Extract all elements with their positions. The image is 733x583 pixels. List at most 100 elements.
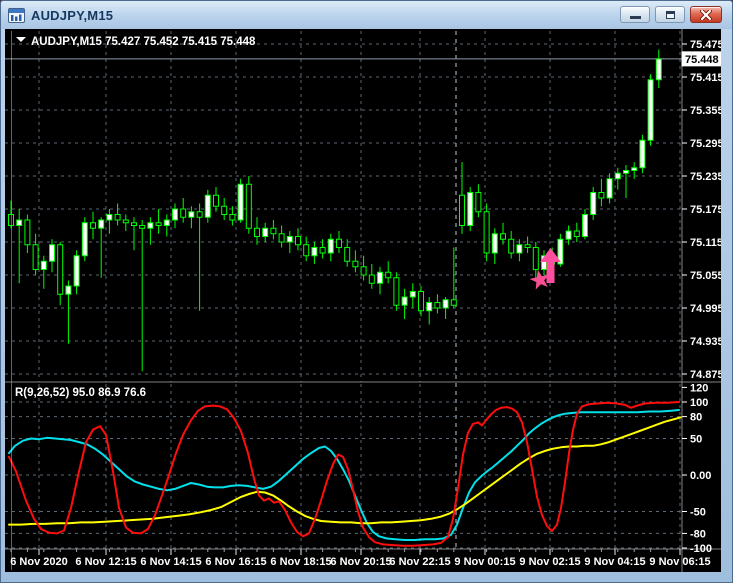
candle-body[interactable] (270, 227, 277, 235)
osc-tick-label: 100 (690, 397, 708, 409)
candle-body[interactable] (196, 211, 203, 218)
candle-body[interactable] (360, 266, 367, 276)
candle-body[interactable] (131, 222, 137, 226)
candle-body[interactable] (204, 194, 211, 218)
candle-body[interactable] (73, 255, 80, 287)
candle-body[interactable] (65, 285, 72, 295)
candle-body[interactable] (631, 167, 638, 171)
osc-tick-label: -80 (690, 528, 706, 540)
candle-body[interactable] (434, 302, 441, 309)
candle-body[interactable] (450, 299, 457, 306)
indicator-red-line[interactable] (8, 401, 680, 547)
candle-body[interactable] (245, 183, 252, 229)
candle-body[interactable] (614, 172, 621, 180)
candle-body[interactable] (311, 247, 318, 257)
candle-body[interactable] (32, 244, 39, 270)
candle-body[interactable] (155, 222, 162, 226)
candle-body[interactable] (377, 271, 383, 284)
candle-body[interactable] (532, 247, 539, 270)
candle-body[interactable] (582, 214, 588, 237)
candle-body[interactable] (573, 230, 580, 237)
candle-body[interactable] (336, 238, 342, 248)
candle-body[interactable] (286, 236, 293, 243)
candle-body[interactable] (81, 222, 88, 257)
restore-button[interactable] (655, 6, 685, 23)
candle-body[interactable] (418, 291, 424, 312)
time-axis[interactable]: 6 Nov 2020 6 Nov 12:15 6 Nov 14:15 6 Nov 16… (10, 549, 711, 568)
candlesticks[interactable] (8, 49, 662, 372)
candle-body[interactable] (188, 211, 195, 218)
candle-body[interactable] (237, 183, 244, 221)
candle-body[interactable] (327, 238, 334, 254)
candle-body[interactable] (606, 178, 613, 199)
osc-tick-label: 0.00 (690, 470, 711, 482)
osc-tick-label: 80 (690, 412, 702, 424)
candle-body[interactable] (409, 291, 416, 298)
time-label: 9 Nov 02:15 (519, 556, 580, 568)
candle-body[interactable] (500, 233, 506, 240)
candle-body[interactable] (180, 208, 187, 218)
candle-body[interactable] (295, 236, 301, 246)
time-label: 6 Nov 12:15 (75, 556, 136, 568)
candle-body[interactable] (590, 192, 597, 215)
price-tick-label: 75.235 (690, 171, 721, 183)
candle-body[interactable] (483, 211, 490, 254)
price-tick-label: 75.055 (690, 270, 721, 282)
candle-body[interactable] (172, 208, 178, 221)
price-tick-label: 74.995 (690, 303, 721, 315)
candle-body[interactable] (40, 260, 47, 270)
candle-body[interactable] (598, 192, 605, 199)
candle-body[interactable] (516, 244, 523, 254)
candle-body[interactable] (401, 296, 408, 306)
candle-body[interactable] (24, 219, 31, 246)
osc-tick-label: 120 (690, 382, 708, 394)
candle-body[interactable] (122, 219, 129, 224)
time-label: 9 Nov 00:15 (454, 556, 515, 568)
time-label: 6 Nov 2020 (10, 556, 67, 568)
minimize-button[interactable] (620, 6, 650, 23)
chart-content-area[interactable]: 75.475 75.415 75.355 75.295 75.235 75.175 75.1… (5, 29, 724, 572)
candle-body[interactable] (647, 79, 654, 141)
candle-body[interactable] (254, 227, 260, 237)
candle-body[interactable] (98, 219, 105, 229)
candle-body[interactable] (319, 247, 326, 254)
candle-body[interactable] (639, 139, 646, 169)
candle-body[interactable] (90, 222, 96, 229)
collapse-triangle-icon[interactable] (16, 37, 26, 42)
candle-body[interactable] (623, 170, 629, 174)
candle-body[interactable] (344, 247, 351, 262)
osc-tick-label: -50 (690, 507, 706, 519)
candle-body[interactable] (475, 192, 482, 213)
title-bar[interactable]: AUDJPY,M15 (1, 1, 732, 29)
candle-body[interactable] (147, 222, 154, 229)
candle-body[interactable] (49, 244, 55, 262)
candle-body[interactable] (565, 230, 572, 240)
candle-body[interactable] (163, 219, 170, 226)
candle-body[interactable] (229, 214, 236, 221)
oscillator-panel[interactable] (5, 384, 682, 549)
candle-body[interactable] (426, 302, 433, 312)
candle-body[interactable] (385, 271, 392, 279)
candle-body[interactable] (491, 233, 498, 254)
price-tick-label: 74.935 (690, 336, 721, 348)
candle-body[interactable] (57, 244, 64, 295)
candle-body[interactable] (278, 233, 285, 243)
candle-body[interactable] (655, 58, 662, 81)
candle-body[interactable] (303, 244, 310, 257)
candle-body[interactable] (352, 260, 359, 268)
candle-body[interactable] (442, 299, 449, 309)
candle-body[interactable] (262, 227, 269, 237)
candle-body[interactable] (508, 238, 515, 254)
candle-body[interactable] (221, 205, 228, 215)
candle-body[interactable] (106, 214, 113, 221)
candle-body[interactable] (459, 194, 465, 226)
candle-body[interactable] (368, 274, 375, 284)
candle-body[interactable] (139, 225, 146, 229)
candle-body[interactable] (114, 214, 121, 221)
close-button[interactable] (690, 6, 722, 23)
candle-body[interactable] (393, 277, 400, 306)
candle-body[interactable] (467, 192, 474, 226)
candle-body[interactable] (524, 244, 531, 248)
candle-body[interactable] (16, 219, 23, 226)
candle-body[interactable] (213, 194, 219, 207)
